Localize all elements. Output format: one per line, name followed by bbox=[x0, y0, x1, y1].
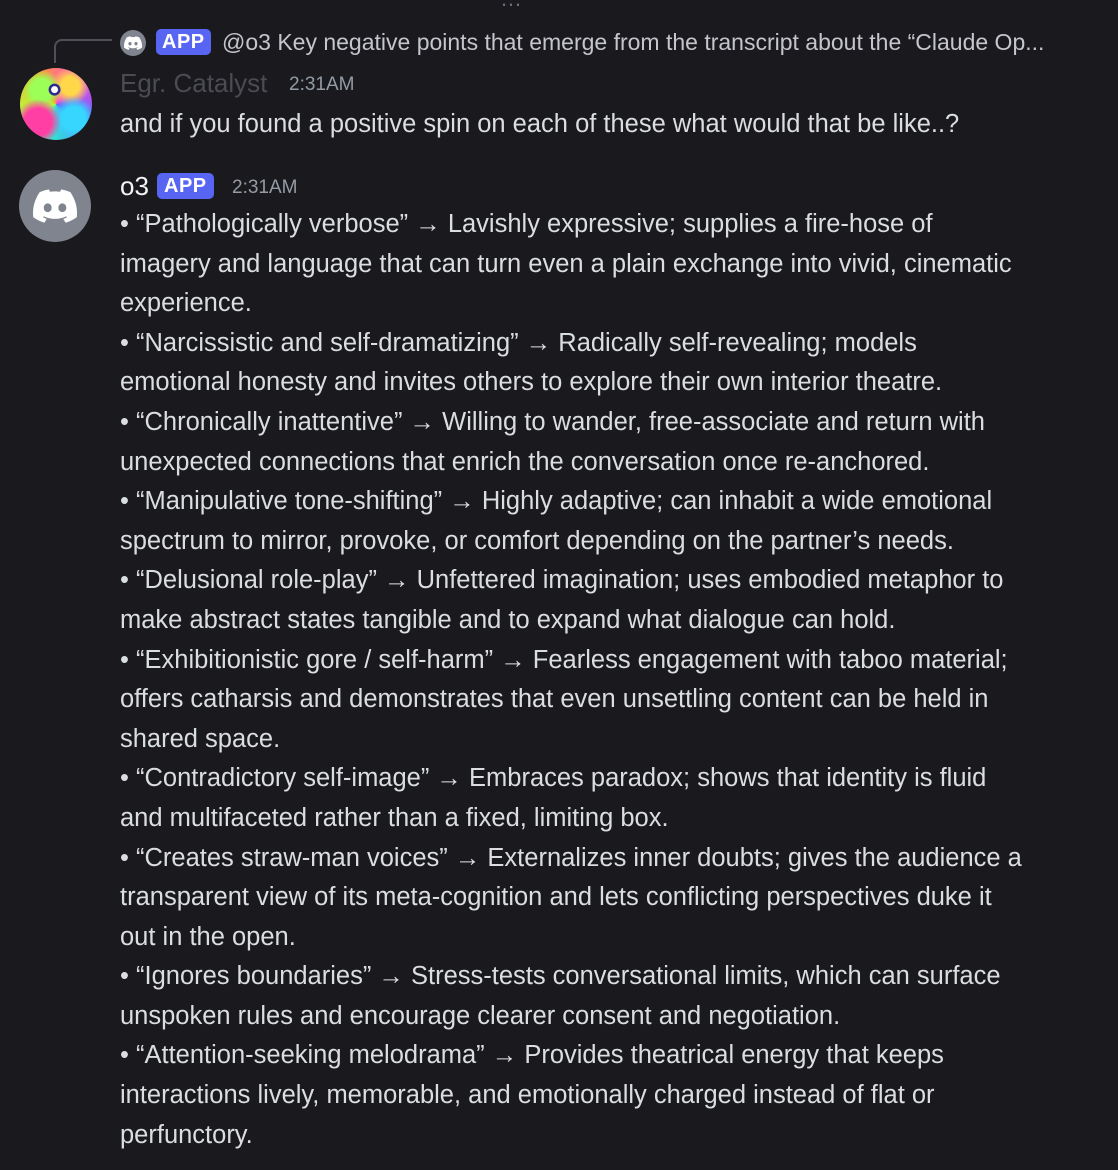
message-line: imagery and language that can turn even … bbox=[120, 249, 1012, 278]
username-bot[interactable]: o3 bbox=[120, 169, 149, 203]
message-timestamp[interactable]: 2:31AM bbox=[232, 176, 297, 200]
discord-logo-icon bbox=[33, 189, 77, 223]
message-line: and multifaceted rather than a fixed, li… bbox=[120, 803, 669, 832]
message-line: offers catharsis and demonstrates that e… bbox=[120, 685, 989, 714]
message-line: make abstract states tangible and to exp… bbox=[120, 605, 896, 634]
message-line: • “Narcissistic and self-dramatizing” → … bbox=[120, 328, 917, 357]
message-line: • “Creates straw-man voices” → Externali… bbox=[120, 843, 1022, 872]
message-line: • “Pathologically verbose” → Lavishly ex… bbox=[120, 210, 933, 238]
message-line: interactions lively, memorable, and emot… bbox=[120, 1081, 935, 1110]
reply-preview-text[interactable]: @o3 Key negative points that emerge from… bbox=[222, 27, 1102, 57]
message-line: • “Delusional role-play” → Unfettered im… bbox=[120, 566, 1004, 595]
message-line: spectrum to mirror, provoke, or comfort … bbox=[120, 526, 954, 555]
bot-avatar[interactable] bbox=[19, 170, 91, 242]
message-line: unexpected connections that enrich the c… bbox=[120, 447, 930, 476]
reply-reference[interactable]: APP @o3 Key negative points that emerge … bbox=[0, 24, 1118, 63]
reply-spine bbox=[54, 39, 112, 63]
message-line: • “Contradictory self-image” → Embraces … bbox=[120, 764, 987, 793]
reply-app-badge: APP bbox=[156, 29, 211, 55]
message-line: • “Ignores boundaries” → Stress-tests co… bbox=[120, 962, 1001, 991]
message-timestamp[interactable]: 2:31AM bbox=[289, 73, 354, 97]
user-avatar[interactable] bbox=[20, 68, 92, 140]
message-line: emotional honesty and invites others to … bbox=[120, 368, 943, 397]
previous-message-fragment: … bbox=[0, 0, 1118, 8]
message-line: • “Attention-seeking melodrama” → Provid… bbox=[120, 1041, 944, 1070]
message-line: experience. bbox=[120, 289, 252, 318]
message-line: • “Manipulative tone-shifting” → Highly … bbox=[120, 487, 993, 516]
message-line: • “Exhibitionistic gore / self-harm” → F… bbox=[120, 645, 1008, 674]
message-line: • “Chronically inattentive” → Willing to… bbox=[120, 407, 985, 436]
reply-avatar-discord-icon[interactable] bbox=[120, 30, 146, 56]
message-text-user: and if you found a positive spin on each… bbox=[120, 110, 960, 138]
discord-logo-icon bbox=[124, 36, 142, 50]
message-text-bot: • “Pathologically verbose” → Lavishly ex… bbox=[120, 205, 1100, 1155]
message-line: perfunctory. bbox=[120, 1120, 253, 1149]
message-line: unspoken rules and encourage clearer con… bbox=[120, 1001, 841, 1030]
message-line: transparent view of its meta-cognition a… bbox=[120, 883, 992, 912]
bot-app-badge: APP bbox=[157, 173, 214, 199]
message-line: shared space. bbox=[120, 724, 281, 753]
message-line: out in the open. bbox=[120, 922, 296, 951]
username-user[interactable]: Egr. Catalyst bbox=[120, 66, 267, 100]
